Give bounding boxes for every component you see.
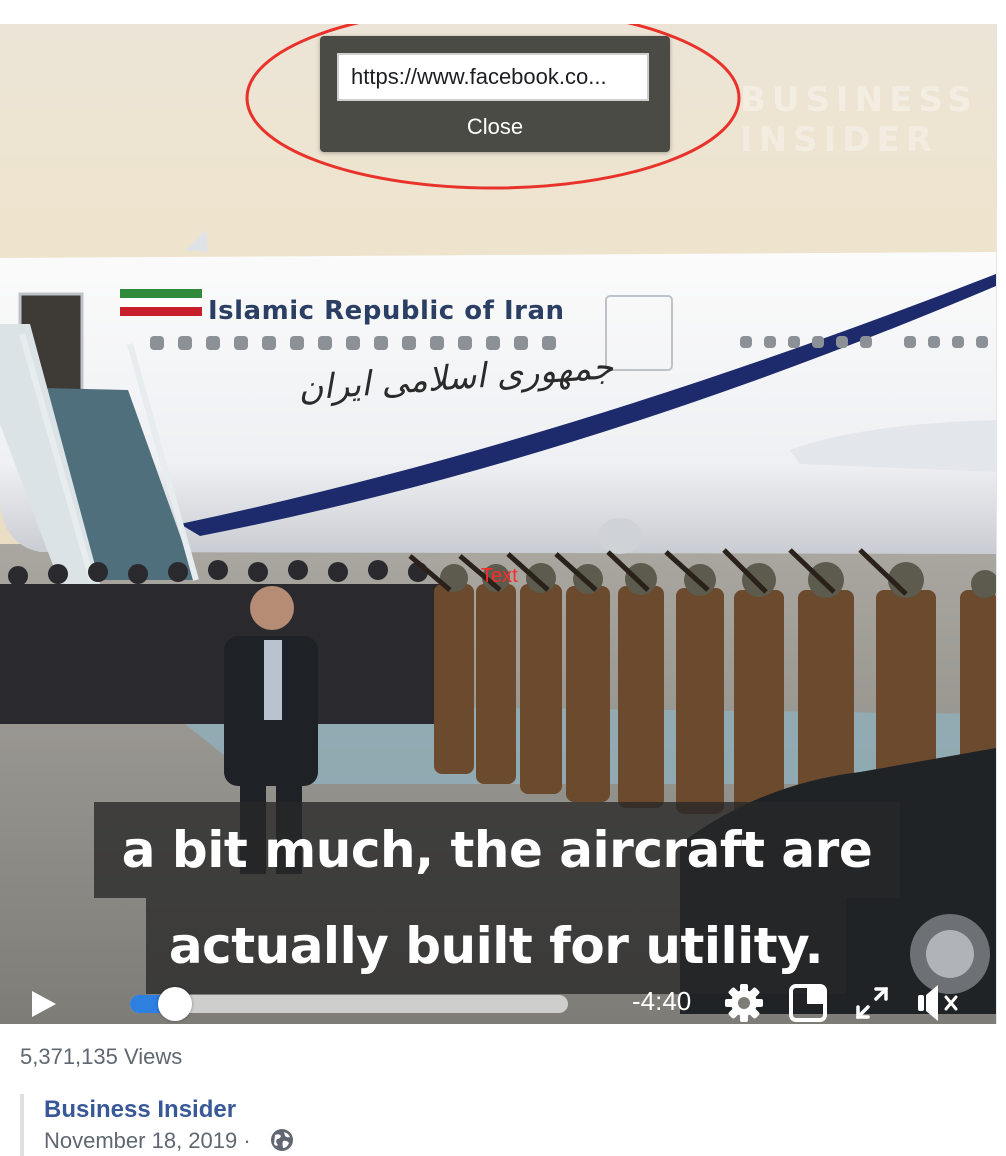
share-url-text: https://www.facebook.co... [351, 64, 607, 89]
video-controls: -4:40 [0, 979, 996, 1024]
page-name-link[interactable]: Business Insider [44, 1096, 236, 1124]
post-date[interactable]: November 18, 2019 · [44, 1128, 251, 1154]
view-count: 5,371,135 Views [20, 1044, 183, 1069]
gear-icon[interactable] [722, 981, 766, 1024]
page-edge [996, 24, 1006, 1024]
globe-icon [271, 1129, 293, 1151]
video-watermark: BUSINESS INSIDER [740, 80, 978, 160]
watermark-line-1: BUSINESS [740, 80, 978, 120]
post-divider [20, 1094, 24, 1156]
overlay-text-label: Text [481, 565, 518, 587]
video-player[interactable]: BUSINESS INSIDER Islamic Republic of Ira… [0, 24, 996, 1024]
close-button[interactable]: Close [320, 114, 670, 140]
progress-thumb[interactable] [158, 987, 192, 1021]
fullscreen-icon[interactable] [854, 985, 890, 1021]
time-remaining: -4:40 [632, 986, 692, 1016]
muted-speaker-icon[interactable] [914, 983, 962, 1023]
progress-bar[interactable] [130, 995, 568, 1013]
top-bar [0, 0, 1006, 25]
picture-in-picture-icon[interactable] [788, 983, 828, 1023]
post-meta: 5,371,135 Views Business Insider Novembe… [0, 1024, 1006, 1156]
aircraft-livery-text: Islamic Republic of Iran [208, 296, 565, 326]
watermark-line-2: INSIDER [740, 120, 938, 160]
caption-line-1: a bit much, the aircraft are [94, 802, 900, 898]
play-icon[interactable] [28, 989, 58, 1019]
